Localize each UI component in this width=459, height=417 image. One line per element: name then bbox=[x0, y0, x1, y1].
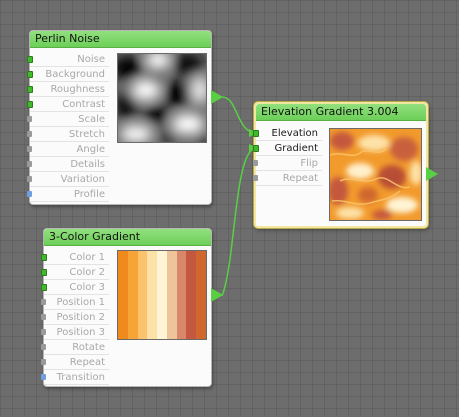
perlin-noise-ports: Noise Background Roughness Contrast Scal… bbox=[27, 52, 109, 202]
gradient-stripe bbox=[196, 251, 207, 339]
port-pin-icon[interactable] bbox=[27, 71, 33, 78]
port-pin-icon[interactable] bbox=[41, 374, 46, 380]
port-repeat[interactable]: Repeat bbox=[253, 171, 322, 186]
port-profile[interactable]: Profile bbox=[27, 187, 109, 202]
three-color-gradient-node[interactable]: 3-Color Gradient Color 1 Color 2 Color 3… bbox=[41, 228, 223, 387]
three-color-gradient-output-icon[interactable] bbox=[211, 288, 223, 302]
three-color-gradient-ports: Color 1 Color 2 Color 3 Position 1 Posit… bbox=[41, 250, 109, 385]
port-pin-icon[interactable] bbox=[27, 131, 32, 137]
port-pin-icon[interactable] bbox=[41, 359, 46, 365]
port-pin-icon[interactable] bbox=[41, 314, 46, 320]
elevation-gradient-title[interactable]: Elevation Gradient 3.004 bbox=[256, 104, 426, 121]
three-color-gradient-preview bbox=[117, 250, 207, 340]
port-pin-icon[interactable] bbox=[253, 130, 259, 137]
port-pin-icon[interactable] bbox=[27, 56, 33, 63]
elevation-gradient-node[interactable]: Elevation Gradient 3.004 Elevation Gradi… bbox=[253, 102, 438, 228]
port-flip[interactable]: Flip bbox=[253, 156, 322, 171]
port-details[interactable]: Details bbox=[27, 157, 109, 172]
gradient-stripe bbox=[157, 251, 167, 339]
port-noise[interactable]: Noise bbox=[27, 52, 109, 67]
port-rotate[interactable]: Rotate bbox=[41, 340, 109, 355]
port-pin-icon[interactable] bbox=[27, 161, 32, 167]
wire-perlin-to-elevation bbox=[221, 96, 257, 134]
port-elevation[interactable]: Elevation bbox=[253, 126, 322, 141]
wire-gradient-to-elevation bbox=[221, 147, 257, 297]
port-variation[interactable]: Variation bbox=[27, 172, 109, 187]
port-roughness[interactable]: Roughness bbox=[27, 82, 109, 97]
gradient-stripe bbox=[137, 251, 148, 339]
port-pin-icon[interactable] bbox=[41, 299, 46, 305]
port-scale[interactable]: Scale bbox=[27, 112, 109, 127]
perlin-noise-title[interactable]: Perlin Noise bbox=[30, 31, 211, 48]
perlin-noise-preview bbox=[117, 53, 207, 143]
port-pin-icon[interactable] bbox=[27, 116, 32, 122]
port-gradient[interactable]: Gradient bbox=[253, 141, 322, 156]
gradient-stripe bbox=[186, 251, 197, 339]
gradient-stripe bbox=[118, 251, 128, 339]
port-transition[interactable]: Transition bbox=[41, 370, 109, 385]
port-pin-icon[interactable] bbox=[27, 176, 32, 182]
port-angle[interactable]: Angle bbox=[27, 142, 109, 157]
port-pin-icon[interactable] bbox=[41, 269, 47, 276]
port-stretch[interactable]: Stretch bbox=[27, 127, 109, 142]
port-color-2[interactable]: Color 2 bbox=[41, 265, 109, 280]
elevation-gradient-ports: Elevation Gradient Flip Repeat bbox=[253, 126, 322, 186]
port-pin-icon[interactable] bbox=[253, 145, 259, 152]
port-pin-icon[interactable] bbox=[41, 344, 46, 350]
port-pin-icon[interactable] bbox=[27, 101, 33, 108]
port-contrast[interactable]: Contrast bbox=[27, 97, 109, 112]
port-position-1[interactable]: Position 1 bbox=[41, 295, 109, 310]
port-color-3[interactable]: Color 3 bbox=[41, 280, 109, 295]
gradient-stripe bbox=[127, 251, 138, 339]
elevation-gradient-output-icon[interactable] bbox=[426, 167, 438, 181]
perlin-noise-node[interactable]: Perlin Noise Noise Background Roughness … bbox=[27, 30, 223, 205]
port-position-2[interactable]: Position 2 bbox=[41, 310, 109, 325]
gradient-stripe bbox=[166, 251, 177, 339]
gradient-stripe bbox=[176, 251, 187, 339]
port-pin-icon[interactable] bbox=[253, 160, 258, 166]
port-pin-icon[interactable] bbox=[27, 146, 32, 152]
node-graph-canvas[interactable]: Perlin Noise Noise Background Roughness … bbox=[0, 0, 459, 417]
port-position-3[interactable]: Position 3 bbox=[41, 325, 109, 340]
elevation-gradient-preview bbox=[329, 128, 422, 221]
port-repeat[interactable]: Repeat bbox=[41, 355, 109, 370]
perlin-noise-output-icon[interactable] bbox=[211, 90, 223, 104]
port-pin-icon[interactable] bbox=[27, 86, 33, 93]
gradient-stripe bbox=[147, 251, 158, 339]
port-pin-icon[interactable] bbox=[41, 284, 47, 291]
port-pin-icon[interactable] bbox=[41, 254, 47, 261]
port-pin-icon[interactable] bbox=[253, 175, 258, 181]
port-color-1[interactable]: Color 1 bbox=[41, 250, 109, 265]
port-pin-icon[interactable] bbox=[27, 191, 32, 197]
port-background[interactable]: Background bbox=[27, 67, 109, 82]
three-color-gradient-title[interactable]: 3-Color Gradient bbox=[44, 229, 211, 246]
port-pin-icon[interactable] bbox=[41, 329, 46, 335]
